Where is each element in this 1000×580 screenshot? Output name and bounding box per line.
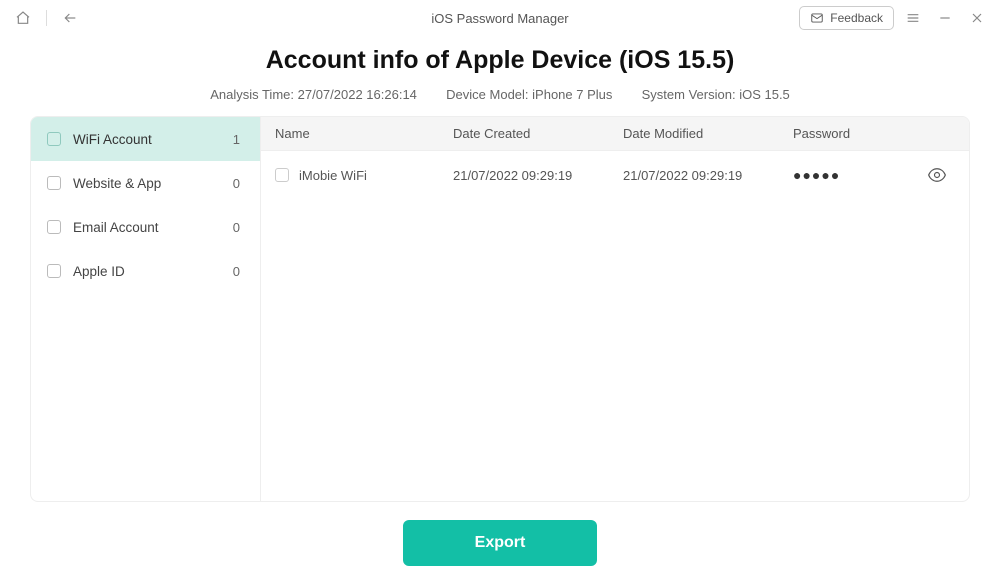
table-header: Name Date Created Date Modified Password <box>261 117 969 151</box>
checkbox[interactable] <box>47 220 61 234</box>
sidebar: WiFi Account 1 Website & App 0 Email Acc… <box>30 116 260 502</box>
window-title: iOS Password Manager <box>431 11 568 26</box>
eye-icon[interactable] <box>917 165 957 185</box>
cell-date-created: 21/07/2022 09:29:19 <box>453 168 623 183</box>
analysis-label: Analysis Time: <box>210 87 294 102</box>
page-title: Account info of Apple Device (iOS 15.5) <box>30 46 970 75</box>
sidebar-item-label: WiFi Account <box>73 132 233 147</box>
sidebar-item-label: Email Account <box>73 220 233 235</box>
device-label: Device Model: <box>446 87 528 102</box>
checkbox[interactable] <box>47 132 61 146</box>
divider <box>46 10 47 26</box>
cell-date-modified: 21/07/2022 09:29:19 <box>623 168 793 183</box>
system-value: iOS 15.5 <box>739 87 790 102</box>
sidebar-item-count: 1 <box>233 132 240 147</box>
meta-row: Analysis Time: 27/07/2022 16:26:14 Devic… <box>30 87 970 102</box>
main-table: Name Date Created Date Modified Password… <box>260 116 970 502</box>
checkbox[interactable] <box>275 168 289 182</box>
sidebar-item-label: Apple ID <box>73 264 233 279</box>
device-value: iPhone 7 Plus <box>532 87 612 102</box>
checkbox[interactable] <box>47 264 61 278</box>
sidebar-item-count: 0 <box>233 220 240 235</box>
home-icon[interactable] <box>10 5 36 31</box>
export-button[interactable]: Export <box>403 520 598 566</box>
titlebar: iOS Password Manager Feedback <box>0 0 1000 36</box>
col-header-date-created: Date Created <box>453 126 623 141</box>
minimize-icon[interactable] <box>932 5 958 31</box>
analysis-value: 27/07/2022 16:26:14 <box>298 87 417 102</box>
feedback-label: Feedback <box>830 11 883 25</box>
titlebar-right: Feedback <box>799 5 990 31</box>
sidebar-item-count: 0 <box>233 176 240 191</box>
feedback-button[interactable]: Feedback <box>799 6 894 30</box>
checkbox[interactable] <box>47 176 61 190</box>
sidebar-item-wifi-account[interactable]: WiFi Account 1 <box>31 117 260 161</box>
footer: Export <box>30 520 970 566</box>
col-header-name: Name <box>273 126 453 141</box>
col-header-password: Password <box>793 126 917 141</box>
system-label: System Version: <box>642 87 736 102</box>
close-icon[interactable] <box>964 5 990 31</box>
titlebar-left <box>10 5 83 31</box>
sidebar-item-email-account[interactable]: Email Account 0 <box>31 205 260 249</box>
sidebar-item-count: 0 <box>233 264 240 279</box>
sidebar-item-apple-id[interactable]: Apple ID 0 <box>31 249 260 293</box>
sidebar-item-label: Website & App <box>73 176 233 191</box>
back-icon[interactable] <box>57 5 83 31</box>
sidebar-item-website-app[interactable]: Website & App 0 <box>31 161 260 205</box>
table-row[interactable]: iMobie WiFi 21/07/2022 09:29:19 21/07/20… <box>261 151 969 199</box>
cell-name: iMobie WiFi <box>299 168 367 183</box>
menu-icon[interactable] <box>900 5 926 31</box>
panel: WiFi Account 1 Website & App 0 Email Acc… <box>30 116 970 502</box>
col-header-date-modified: Date Modified <box>623 126 793 141</box>
cell-password: ●●●●● <box>793 167 917 183</box>
mail-icon <box>810 11 824 25</box>
content: Account info of Apple Device (iOS 15.5) … <box>0 36 1000 566</box>
